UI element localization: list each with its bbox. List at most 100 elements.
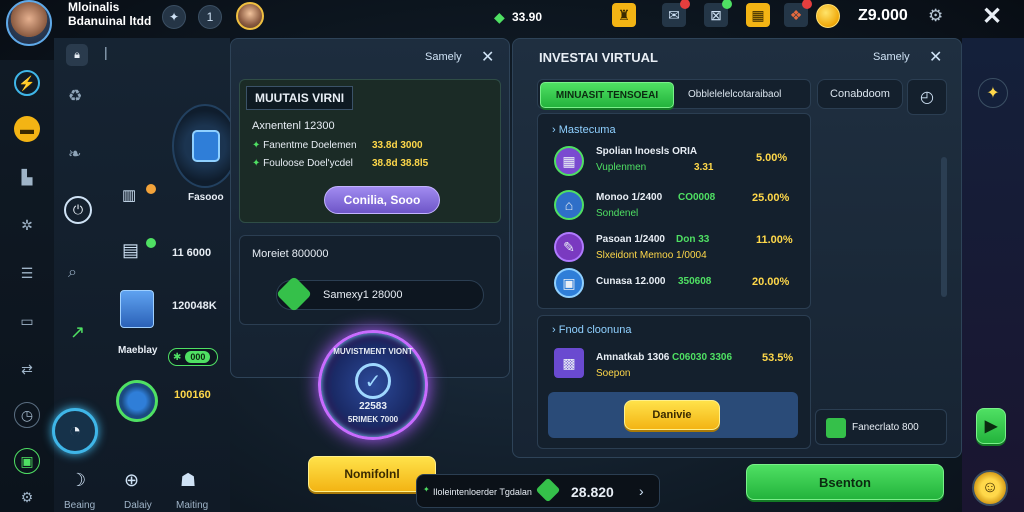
rail-settings-icon[interactable]: ⚙ [14, 484, 40, 510]
tab-third[interactable]: Conabdoom [817, 79, 903, 109]
rail-trade-icon[interactable]: ⇄ [14, 356, 40, 382]
row2-name: Monoo 1/2400 [596, 192, 663, 203]
row1-sub: Vuplenmen [596, 162, 647, 173]
globe-button[interactable] [116, 380, 158, 422]
side-item-label-4: Maeblay [118, 345, 158, 356]
rail-chart-icon[interactable]: ▙ [14, 164, 40, 190]
right-panel-header-label[interactable]: Samely [873, 51, 910, 63]
mascot-icon[interactable]: ☺ [972, 470, 1008, 506]
shield-badge[interactable] [172, 104, 238, 188]
tab-secondary[interactable]: Obblelelelcotaraibaol [688, 89, 781, 100]
left-rail: ⚡ ▬ ▙ ✲ ☰ ▭ ⇄ ◷ ▣ ⚙ [0, 60, 54, 512]
player-name-line2: Bdanuinal ltdd [68, 14, 152, 28]
section1-title-text: Mastecuma [558, 124, 616, 136]
rail-coin-icon[interactable]: ▬ [14, 116, 40, 142]
side-card-icon [826, 418, 846, 438]
asset-icon-5: ▩ [554, 348, 584, 378]
cube-icon[interactable] [120, 290, 154, 328]
mail-icon[interactable]: ⊠ [704, 0, 732, 27]
row3-amount: Don 33 [676, 234, 710, 245]
danivie-button[interactable]: Danivie [624, 400, 720, 430]
recycle-icon[interactable]: ♻ [68, 86, 82, 106]
gem-value: 33.90 [512, 10, 543, 24]
line1-value: 33.8d 3000 [372, 140, 423, 151]
row4-amount: 350608 [678, 276, 712, 287]
scrollbar[interactable] [941, 157, 947, 297]
pin-icon[interactable]: ✦ [162, 5, 186, 29]
holdings-list: › Mastecuma ▦ Spolian lnoesls ORIA Vuple… [537, 113, 811, 309]
row4-pct: 20.00% [752, 276, 790, 288]
badge-top-text: MUVISTMENT VIONT [333, 347, 413, 356]
rail-wallet-icon[interactable]: ▣ [14, 448, 40, 474]
side-card-text: Fanecrlato 800 [852, 422, 919, 433]
second-list: › Fnod cloonuna ▩ Amnatkab 1306 Soepon C… [537, 315, 811, 449]
market-value: Samexy1 28000 [323, 289, 403, 301]
nav-beaing-label[interactable]: Beaing [64, 500, 95, 511]
nav-dalaiy-label[interactable]: Dalaiy [124, 500, 152, 511]
search-icon[interactable]: ⌕ [68, 264, 77, 282]
friend-avatar[interactable] [236, 2, 264, 30]
gold-value: Z9.000 [858, 7, 908, 24]
investment-card: MUUTAIS VIRNI Axnentenl 12300 ✦ Fanentme… [239, 79, 501, 223]
chat-icon[interactable]: ✉ [662, 0, 690, 27]
asset-icon-1: ▦ [554, 146, 584, 176]
next-arrow-button[interactable]: ▶ [976, 408, 1006, 444]
left-panel-header-label[interactable]: Samely [425, 51, 462, 63]
badge-value: 22583 [359, 401, 387, 412]
right-panel-close-icon[interactable]: ✕ [929, 47, 942, 67]
market-value-field: Samexy1 28000 [275, 275, 484, 313]
player-name: Mloinalis Bdanuinal ltdd [68, 0, 151, 28]
row5-sub: Soepon [596, 368, 631, 379]
toggle-switch[interactable]: ✱ 000 [168, 348, 218, 366]
top-bar: Mloinalis Bdanuinal ltdd ✦ 1 ◆ 33.90 ♜ ✉… [0, 0, 1024, 46]
bank-icon[interactable]: ▤ [122, 238, 156, 261]
refresh-icon[interactable]: ◴ [907, 79, 947, 115]
row2-sub: Sondenel [596, 208, 639, 219]
nav-beaing-icon[interactable]: ☽ [70, 470, 86, 491]
line2-value: 38.8d 38.8l5 [372, 158, 429, 169]
building-icon[interactable]: ▥ [122, 184, 156, 204]
leaf-icon[interactable]: ❧ [68, 144, 81, 164]
nav-dalaiy-icon[interactable]: ⊕ [124, 470, 139, 491]
side-card[interactable]: Fanecrlato 800 [815, 409, 947, 445]
bottom-bar-arrow-icon[interactable]: › [639, 483, 644, 499]
rail-stack-icon[interactable]: ☰ [14, 260, 40, 286]
tab-active[interactable]: MINUASIT TENSOEAI [540, 82, 674, 108]
row5-pct: 53.5% [762, 352, 794, 364]
divider-icon: | [104, 44, 108, 60]
bottom-emerald-icon [535, 477, 561, 503]
right-panel: INVESTAI VIRTUAL Samely ✕ MINUASIT TENSO… [512, 38, 962, 458]
row5-name: Amnatkab 1306 [596, 352, 670, 363]
level-icon[interactable]: 1 [198, 5, 222, 29]
power-icon[interactable]: ⏻ [64, 196, 92, 224]
shop-icon[interactable]: ▦ [746, 3, 770, 27]
lock-icon[interactable]: 🔒︎ [66, 44, 88, 66]
investment-card-subtitle: Axnentenl 12300 [252, 120, 335, 132]
rail-cog-icon[interactable]: ✲ [14, 212, 40, 238]
right-panel-title: INVESTAI VIRTUAL [539, 50, 658, 65]
left-panel-close-icon[interactable]: ✕ [481, 47, 494, 67]
rail-home-icon[interactable]: ⚡ [14, 70, 40, 96]
nav-maiting-label[interactable]: Maiting [176, 500, 208, 511]
clock-main-button[interactable]: ◔ [52, 408, 98, 454]
toggle-value: 000 [185, 351, 211, 363]
nav-maiting-icon[interactable]: ☗ [180, 470, 196, 491]
investment-badge[interactable]: MUVISTMENT VIONT ✓ 22583 5RIMEK 7000 [318, 330, 428, 440]
gold-coin-icon [816, 4, 840, 28]
market-card: Moreiet 800000 Samexy1 28000 [239, 235, 501, 325]
close-game-icon[interactable]: ✕ [982, 2, 1002, 31]
emerald-icon [275, 275, 313, 313]
gem-icon: ◆ [494, 9, 505, 25]
section2-title-text: Fnod cloonuna [558, 324, 632, 336]
bsenton-button[interactable]: Bsenton [746, 464, 944, 500]
line2-label: Fouloose Doel'ycdel [263, 158, 353, 169]
rail-tv-icon[interactable]: ▭ [14, 308, 40, 334]
player-avatar[interactable] [6, 0, 52, 46]
confirm-button[interactable]: Conilia, Sooo [324, 186, 440, 214]
rail-clock-icon[interactable]: ◷ [14, 402, 40, 428]
arrow-up-icon[interactable]: ↗ [70, 322, 85, 343]
gift-icon[interactable]: ❖ [784, 0, 812, 27]
trophy-icon[interactable]: ♜ [612, 3, 636, 27]
star-icon[interactable]: ✦ [978, 78, 1008, 108]
settings-gear-icon[interactable]: ⚙ [928, 6, 943, 26]
